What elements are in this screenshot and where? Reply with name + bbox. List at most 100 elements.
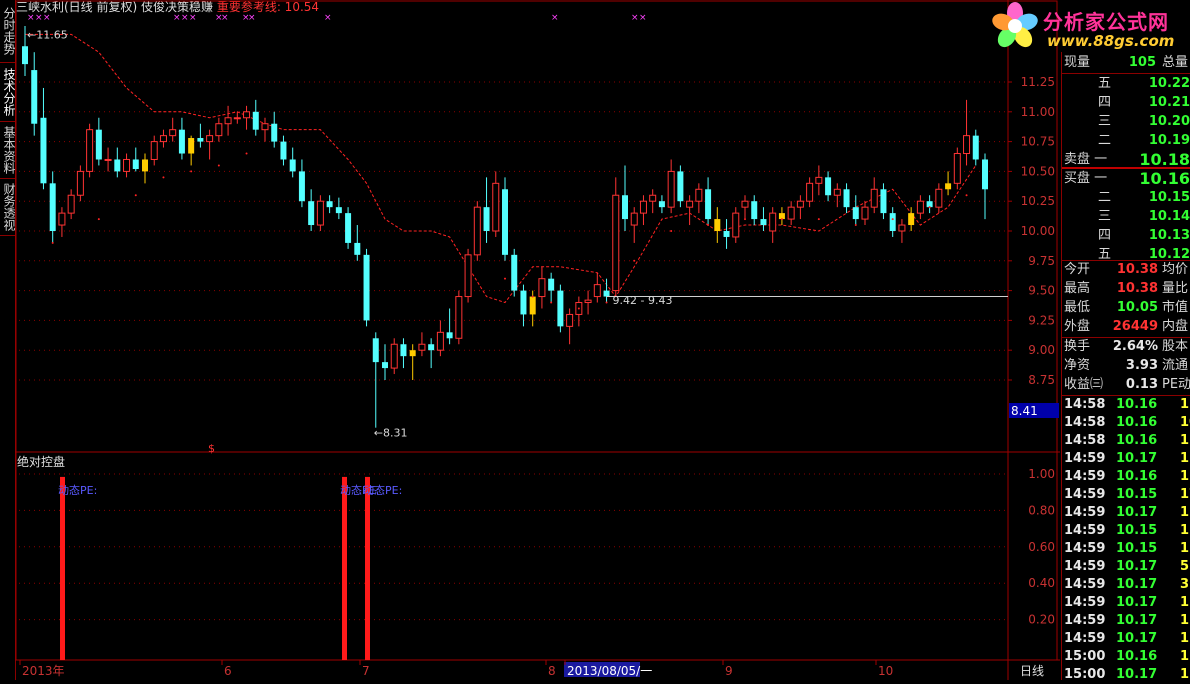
candle-body: [197, 138, 204, 142]
candle-body: [271, 123, 278, 142]
signal-dot: [134, 194, 137, 197]
candle-body: [889, 213, 896, 231]
stat-row: 收益㈢ 0.13 PE动: [1062, 376, 1190, 394]
candle-body: [418, 343, 426, 351]
candlestick-chart[interactable]: × × × × × × ×× ×× × × × × 11.25 11.00 10.75 10.50 10.25…: [15, 0, 1060, 680]
trailing-stop-line: [25, 33, 977, 304]
sub-tick-label: 0.40: [1028, 576, 1055, 590]
candle-body: [363, 254, 370, 321]
candle-body: [455, 296, 463, 339]
candle-body: [308, 201, 315, 226]
signal-dot: [97, 218, 100, 221]
marker-icon: ×: [324, 13, 332, 23]
quote-right-label: 市值: [1162, 300, 1189, 315]
quote-right-label: 流通: [1162, 358, 1189, 373]
tab-technical[interactable]: 技术分析: [0, 63, 16, 122]
sub-panel-title: 绝对控盘: [17, 454, 65, 469]
tab-intraday[interactable]: 分时走势: [0, 0, 16, 63]
signal-dot: [162, 176, 165, 179]
quote-right-label: 内盘: [1162, 319, 1189, 334]
tick-volume: 1: [1180, 451, 1190, 466]
candle-body: [298, 171, 305, 202]
candle-body: [584, 299, 592, 304]
candle-body: [483, 207, 490, 231]
quote-right-label: 股本: [1162, 339, 1189, 354]
tick-row: 14:58 10.16 1: [1062, 432, 1190, 450]
candle-body: [686, 200, 694, 208]
tick-volume: 1: [1180, 523, 1190, 538]
ask-level: 三: [1098, 114, 1112, 129]
tick-time: 14:59: [1064, 541, 1106, 556]
marker-icon: ×: [35, 13, 43, 23]
ask-price: 10.21: [1148, 95, 1190, 110]
ask-level: 二: [1098, 133, 1112, 148]
x-tick-label: 8: [548, 664, 556, 678]
sub-tick-label: 0.20: [1028, 613, 1055, 627]
low-price-label: ←8.31: [374, 426, 408, 439]
bid-level: 二: [1098, 190, 1112, 205]
quote-label: 最低: [1064, 300, 1091, 315]
candle-body: [972, 135, 979, 160]
x-tick-label: 10: [878, 664, 893, 678]
stat-row: 外盘 26449 内盘: [1062, 318, 1190, 336]
candle-body: [289, 159, 296, 172]
tick-volume: 5: [1180, 559, 1190, 574]
chart-frame: [15, 0, 1060, 680]
sub-tick-label: 1.00: [1028, 467, 1055, 481]
quote-value: 105: [1128, 55, 1156, 70]
signal-dot: [190, 170, 193, 173]
candle-body: [953, 153, 961, 184]
marker-icon: ×: [27, 13, 35, 23]
signal-dot: [670, 230, 673, 232]
tick-row: 14:59 10.16 1: [1062, 468, 1190, 486]
signal-bar: [60, 476, 65, 660]
candle-body: [316, 200, 324, 226]
tick-volume: 1: [1180, 595, 1190, 610]
logo-url: www.88gs.com: [1047, 32, 1175, 50]
stat-row: 今开 10.38 均价: [1062, 261, 1190, 279]
ask-row: 三 10.20: [1062, 113, 1190, 131]
tick-price: 10.17: [1116, 613, 1158, 628]
candle-body: [843, 189, 850, 208]
candle-body: [390, 343, 398, 369]
tick-price: 10.16: [1116, 397, 1158, 412]
tick-price: 10.17: [1116, 577, 1158, 592]
tick-row: 15:00 10.16 1: [1062, 648, 1190, 666]
candle-body: [464, 254, 472, 298]
tick-volume: 1: [1180, 649, 1190, 664]
ask-price: 10.19: [1148, 133, 1190, 148]
candle-body: [963, 135, 971, 155]
candle-body: [188, 138, 195, 154]
quote-right-label: 量比: [1162, 281, 1189, 296]
candle-body: [243, 111, 251, 119]
tick-time: 14:58: [1064, 415, 1106, 430]
quote-label: 最高: [1064, 281, 1091, 296]
candle-body: [815, 176, 823, 184]
signal-dot: [707, 224, 710, 227]
tick-time: 14:59: [1064, 577, 1106, 592]
tick-price: 10.15: [1116, 541, 1158, 556]
tick-row: 14:59 10.17 1: [1062, 450, 1190, 468]
outer-border: [15, 0, 1058, 661]
tick-price: 10.15: [1116, 523, 1158, 538]
candle-body: [261, 123, 269, 131]
y-tick-label: 9.50: [1028, 284, 1055, 298]
signal-dot: [744, 218, 746, 221]
dollar-marker: $: [208, 442, 215, 455]
marker-icon: ×: [221, 13, 229, 23]
candle-body: [741, 200, 749, 208]
tab-fundamentals[interactable]: 基本资料: [0, 122, 16, 179]
tick-row: 14:59 10.15 17: [1062, 486, 1190, 504]
ask-level: 五: [1098, 76, 1112, 91]
bid-price: 10.16: [1139, 169, 1190, 188]
tab-financials[interactable]: 财务透视: [0, 179, 16, 236]
ask-price: 10.20: [1148, 114, 1190, 129]
candle-body: [400, 344, 407, 357]
candle-body: [723, 231, 730, 237]
quote-value: 0.13: [1125, 377, 1158, 392]
date-axis: 2013年 6 7 8 2013/08/05/一 9 10 日线: [19, 660, 1044, 678]
tick-price: 10.16: [1116, 415, 1158, 430]
quote-value: 10.05: [1116, 300, 1158, 315]
candle-body: [326, 201, 333, 208]
tick-row: 14:59 10.17 1: [1062, 630, 1190, 648]
